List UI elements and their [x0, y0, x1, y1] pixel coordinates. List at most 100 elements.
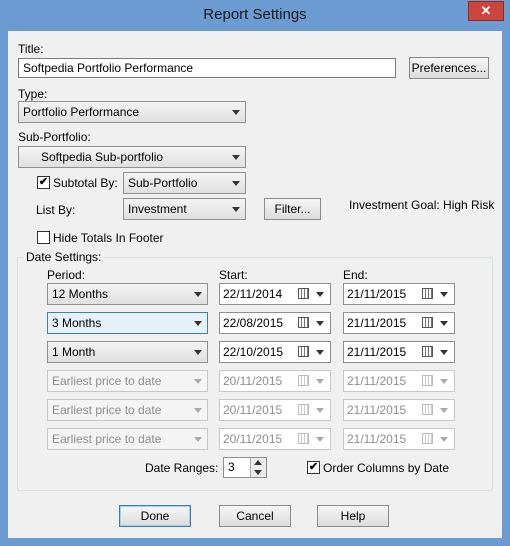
listby-label: List By:	[36, 203, 76, 217]
start-date-3[interactable]: 22/10/2015	[219, 341, 331, 363]
hide-totals-label: Hide Totals In Footer	[53, 231, 164, 245]
chevron-down-icon[interactable]	[440, 292, 448, 297]
end-date-value: 21/11/2015	[347, 374, 407, 388]
chevron-down-icon	[316, 437, 324, 442]
start-date-value: 22/10/2015	[223, 345, 284, 359]
title-bar[interactable]: Report Settings ✕	[0, 0, 510, 31]
chevron-down-icon	[194, 379, 202, 384]
chevron-down-icon	[194, 321, 202, 326]
period-select-6: Earliest price to date	[47, 428, 208, 450]
subtotal-select[interactable]: Sub-Portfolio	[123, 172, 246, 194]
date-ranges-spinner[interactable]: 3	[223, 457, 267, 478]
spin-up-icon[interactable]	[254, 460, 262, 465]
type-select-value: Portfolio Performance	[23, 105, 140, 119]
listby-select-value: Investment	[128, 202, 187, 216]
end-date-value: 21/11/2015	[347, 432, 407, 446]
chevron-down-icon	[316, 379, 324, 384]
calendar-icon[interactable]	[298, 346, 309, 357]
period-value: 1 Month	[52, 345, 96, 359]
date-ranges-label: Date Ranges:	[145, 461, 219, 475]
title-input[interactable]: Softpedia Portfolio Performance	[18, 58, 396, 78]
subportfolio-label: Sub-Portfolio:	[18, 130, 91, 144]
calendar-icon[interactable]	[298, 317, 309, 328]
chevron-down-icon	[232, 207, 240, 212]
end-column-header: End:	[343, 268, 368, 282]
end-date-4: 21/11/2015	[343, 370, 455, 392]
period-value: Earliest price to date	[52, 374, 162, 388]
end-date-value: 21/11/2015	[347, 403, 407, 417]
help-button[interactable]: Help	[317, 505, 389, 527]
end-date-2[interactable]: 21/11/2015	[343, 312, 455, 334]
period-value: 3 Months	[52, 316, 102, 330]
chevron-down-icon	[316, 408, 324, 413]
spin-buttons[interactable]	[250, 458, 266, 477]
chevron-down-icon	[440, 437, 448, 442]
type-label: Type:	[18, 87, 48, 101]
start-date-1[interactable]: 22/11/2014	[219, 283, 331, 305]
start-date-value: 22/08/2015	[223, 316, 284, 330]
calendar-icon	[422, 404, 433, 415]
period-value: Earliest price to date	[52, 403, 162, 417]
chevron-down-icon	[440, 408, 448, 413]
calendar-icon	[298, 375, 309, 386]
end-date-value: 21/11/2015	[347, 316, 407, 330]
end-date-1[interactable]: 21/11/2015	[343, 283, 455, 305]
dialog-body: Title: Softpedia Portfolio Performance P…	[8, 31, 502, 538]
spin-down-icon[interactable]	[254, 470, 262, 475]
close-icon[interactable]: ✕	[468, 1, 504, 21]
calendar-icon	[298, 433, 309, 444]
subtotal-checkbox[interactable]: ✔	[37, 176, 50, 189]
type-select[interactable]: Portfolio Performance	[18, 101, 246, 123]
chevron-down-icon	[194, 292, 202, 297]
period-select-2[interactable]: 3 Months	[47, 312, 208, 334]
period-value: 12 Months	[52, 287, 109, 301]
order-columns-checkbox[interactable]: ✔	[307, 461, 320, 474]
end-date-5: 21/11/2015	[343, 399, 455, 421]
chevron-down-icon	[194, 408, 202, 413]
subtotal-select-value: Sub-Portfolio	[128, 176, 198, 190]
listby-select[interactable]: Investment	[123, 198, 246, 220]
start-date-4: 20/11/2015	[219, 370, 331, 392]
hide-totals-checkbox[interactable]	[37, 231, 50, 244]
filter-button[interactable]: Filter...	[264, 198, 321, 220]
start-column-header: Start:	[219, 268, 248, 282]
chevron-down-icon	[194, 437, 202, 442]
chevron-down-icon[interactable]	[440, 350, 448, 355]
period-select-4: Earliest price to date	[47, 370, 208, 392]
chevron-down-icon	[194, 350, 202, 355]
date-settings-title: Date Settings:	[24, 250, 104, 264]
calendar-icon	[422, 375, 433, 386]
order-columns-label: Order Columns by Date	[323, 461, 450, 475]
period-select-5: Earliest price to date	[47, 399, 208, 421]
title-label: Title:	[18, 42, 44, 56]
period-select-1[interactable]: 12 Months	[47, 283, 208, 305]
subportfolio-select[interactable]: Softpedia Sub-portfolio	[18, 146, 246, 168]
calendar-icon[interactable]	[422, 346, 433, 357]
calendar-icon	[298, 404, 309, 415]
start-date-2[interactable]: 22/08/2015	[219, 312, 331, 334]
chevron-down-icon	[440, 379, 448, 384]
start-date-value: 20/11/2015	[223, 403, 283, 417]
window-title: Report Settings	[203, 6, 307, 23]
preferences-button[interactable]: Preferences...	[409, 57, 489, 79]
done-button[interactable]: Done	[119, 505, 191, 527]
calendar-icon	[422, 433, 433, 444]
cancel-button[interactable]: Cancel	[219, 505, 291, 527]
chevron-down-icon[interactable]	[316, 292, 324, 297]
calendar-icon[interactable]	[422, 288, 433, 299]
end-date-3[interactable]: 21/11/2015	[343, 341, 455, 363]
start-date-value: 20/11/2015	[223, 374, 283, 388]
period-value: Earliest price to date	[52, 432, 162, 446]
end-date-6: 21/11/2015	[343, 428, 455, 450]
calendar-icon[interactable]	[298, 288, 309, 299]
end-date-value: 21/11/2015	[347, 287, 407, 301]
chevron-down-icon[interactable]	[316, 321, 324, 326]
start-date-5: 20/11/2015	[219, 399, 331, 421]
report-settings-window: Report Settings ✕ Title: Softpedia Portf…	[0, 0, 510, 546]
date-ranges-value: 3	[228, 460, 235, 474]
period-select-3[interactable]: 1 Month	[47, 341, 208, 363]
chevron-down-icon[interactable]	[440, 321, 448, 326]
chevron-down-icon[interactable]	[316, 350, 324, 355]
calendar-icon[interactable]	[422, 317, 433, 328]
investment-goal-text: Investment Goal: High Risk	[349, 198, 495, 212]
